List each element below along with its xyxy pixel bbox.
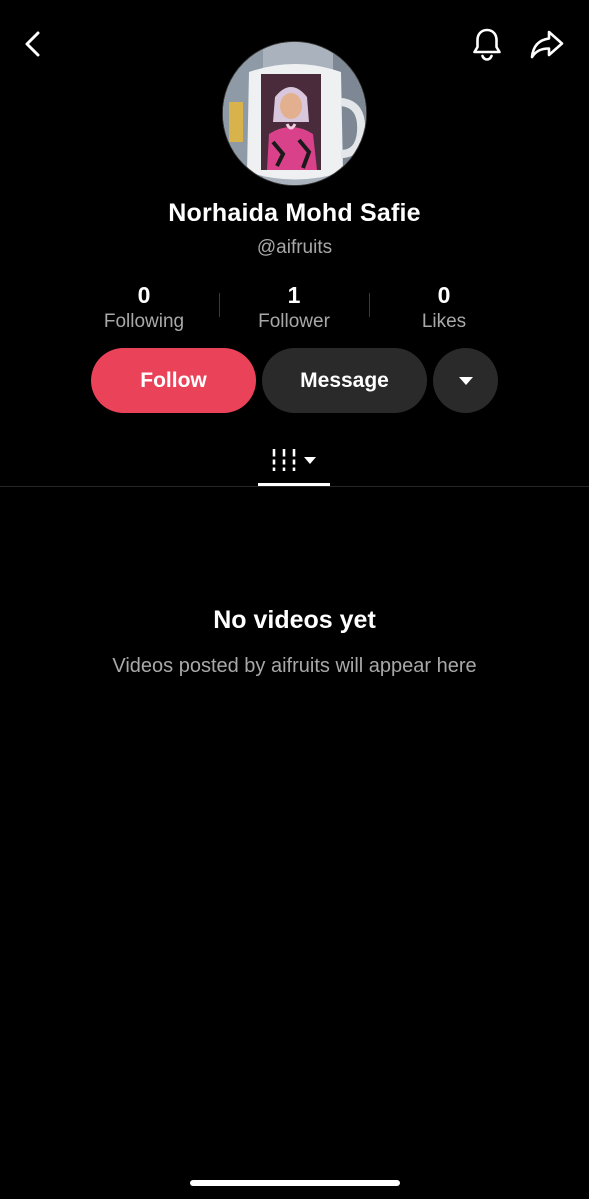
videos-grid-icon bbox=[271, 449, 297, 471]
tab-divider bbox=[0, 486, 589, 487]
tab-videos[interactable] bbox=[258, 440, 330, 480]
message-button[interactable]: Message bbox=[262, 348, 427, 413]
empty-state-title: No videos yet bbox=[213, 606, 376, 634]
follower-label: Follower bbox=[258, 311, 330, 332]
caret-down-icon bbox=[458, 376, 473, 385]
follower-count: 1 bbox=[287, 282, 301, 308]
bell-icon bbox=[473, 28, 501, 61]
following-count: 0 bbox=[137, 282, 151, 308]
empty-state-subtitle: Videos posted by aifruits will appear he… bbox=[112, 655, 477, 677]
follow-button[interactable]: Follow bbox=[91, 348, 256, 413]
chevron-left-icon bbox=[25, 31, 40, 57]
avatar[interactable] bbox=[222, 41, 367, 186]
likes-label: Likes bbox=[421, 311, 467, 332]
notification-button[interactable] bbox=[467, 24, 507, 64]
stat-followers[interactable]: 1 Follower bbox=[219, 281, 369, 335]
stat-likes[interactable]: 0 Likes bbox=[369, 281, 519, 335]
share-arrow-icon bbox=[530, 30, 564, 59]
stat-following[interactable]: 0 Following bbox=[69, 281, 219, 335]
share-button[interactable] bbox=[527, 24, 567, 64]
profile-handle: @aifruits bbox=[256, 237, 333, 258]
home-indicator bbox=[190, 1180, 400, 1186]
caret-down-icon bbox=[304, 457, 316, 464]
avatar-photo bbox=[223, 42, 366, 185]
likes-count: 0 bbox=[437, 282, 451, 308]
more-options-button[interactable] bbox=[433, 348, 498, 413]
following-label: Following bbox=[103, 311, 185, 332]
back-button[interactable] bbox=[13, 24, 53, 64]
profile-name: Norhaida Mohd Safie bbox=[168, 199, 421, 227]
